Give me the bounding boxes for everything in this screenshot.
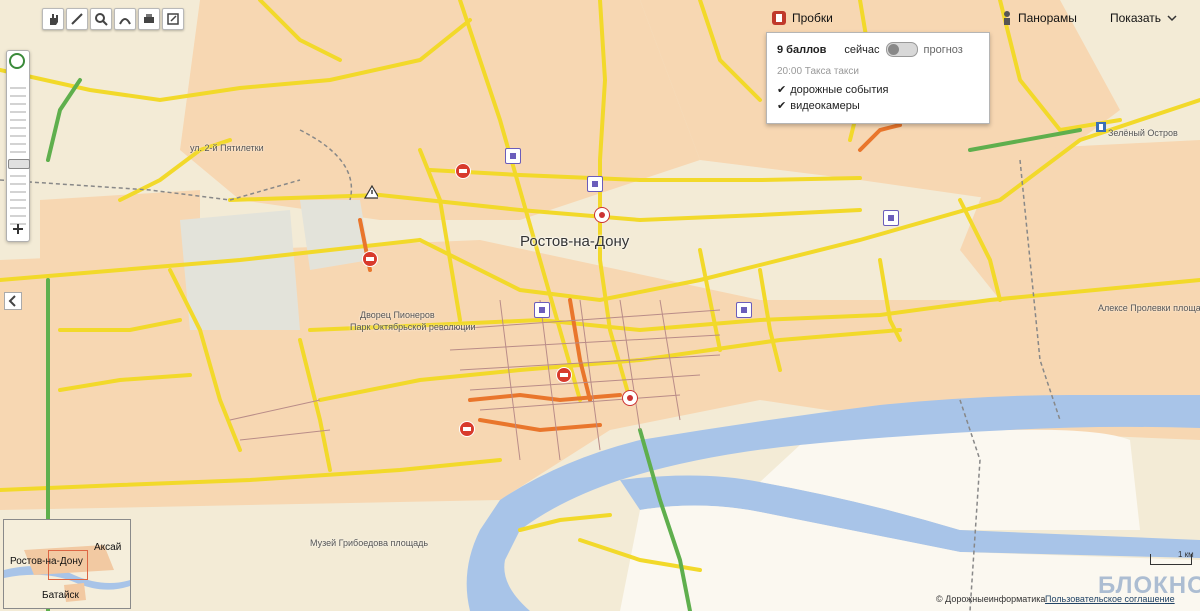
traffic-score-row: 9 баллов сейчас прогноз (777, 42, 963, 57)
traffic-time: 20:00 Такса такси (777, 66, 859, 77)
print-tool-button[interactable] (138, 8, 160, 30)
bus-icon (510, 153, 516, 159)
zoom-in-button[interactable] (7, 219, 29, 239)
place-label: Зелёный Остров (1108, 128, 1178, 138)
checkmark-icon: ✔ (777, 84, 787, 96)
checkmark-icon: ✔ (777, 100, 787, 112)
person-icon (1004, 11, 1010, 25)
camera-icon (463, 427, 471, 431)
camera-icon (560, 373, 568, 377)
traffic-button-label: Пробки (792, 11, 833, 25)
traffic-cameras-option[interactable]: ✔ видеокамеры (777, 99, 860, 113)
traffic-events-label: дорожные события (790, 83, 889, 96)
show-layers-dropdown[interactable]: Показать (1110, 8, 1177, 28)
hand-icon (50, 14, 58, 25)
zoom-control[interactable] (6, 50, 30, 242)
street-label: ул. 2-й Пятилетки (190, 143, 264, 153)
warning-triangle-icon (364, 185, 378, 199)
ruler-tool-button[interactable] (66, 8, 88, 30)
place-label: Парк Октябрьской революции (350, 322, 476, 332)
camera-marker[interactable] (556, 367, 572, 383)
bus-icon (539, 307, 545, 313)
transport-marker[interactable] (883, 210, 899, 226)
panoramas-label: Панорамы (1018, 11, 1077, 25)
compass-icon (9, 53, 25, 69)
traffic-forecast-label[interactable]: прогноз (924, 44, 963, 56)
minimap-label: Батайск (42, 590, 79, 601)
traffic-events-option[interactable]: ✔ дорожные события (777, 83, 889, 97)
arrow-left-icon (8, 295, 16, 307)
road-event-marker[interactable] (622, 390, 638, 406)
camera-marker[interactable] (459, 421, 475, 437)
magnifier-tool-button[interactable] (90, 8, 112, 30)
link-icon (167, 13, 179, 25)
print-icon (144, 14, 154, 23)
magnifier-icon (95, 13, 108, 26)
hand-tool-button[interactable] (42, 8, 64, 30)
plus-icon (13, 224, 23, 234)
minimap[interactable]: Аксай Ростов-на-Дону Батайск (3, 519, 131, 609)
bus-icon (741, 307, 747, 313)
train-icon (1096, 122, 1106, 132)
traffic-button[interactable]: Пробки (770, 8, 833, 28)
transport-marker[interactable] (587, 176, 603, 192)
pan-left-button[interactable] (4, 292, 22, 310)
road-event-marker[interactable] (594, 207, 610, 223)
chevron-down-icon (1167, 15, 1177, 22)
traffic-mode-toggle[interactable] (885, 42, 918, 57)
panoramas-button[interactable]: Панорамы (1000, 8, 1077, 28)
scale-label: 1 км (1178, 550, 1194, 559)
terms-link[interactable]: Пользовательское соглашение (1045, 594, 1175, 604)
metro-station-icon[interactable] (1095, 121, 1107, 136)
link-tool-button[interactable] (162, 8, 184, 30)
traffic-light-icon (772, 11, 786, 25)
route-tool-button[interactable] (114, 8, 136, 30)
traffic-cameras-label: видеокамеры (790, 99, 860, 112)
place-label: Дворец Пионеров (360, 310, 435, 320)
zoom-knob[interactable] (8, 159, 30, 169)
ruler-icon (71, 13, 83, 25)
accident-marker[interactable] (364, 185, 378, 199)
traffic-now-label[interactable]: сейчас (844, 44, 879, 56)
map-canvas[interactable] (0, 0, 1200, 611)
transport-marker[interactable] (505, 148, 521, 164)
traffic-score: 9 баллов (777, 43, 827, 56)
copyright-text: © Дорожныеинформатика (936, 594, 1046, 604)
zoom-track[interactable] (10, 81, 26, 229)
city-label: Ростов-на-Дону (520, 233, 630, 250)
warning-icon (627, 395, 633, 401)
traffic-panel: 9 баллов сейчас прогноз 20:00 Такса такс… (766, 32, 990, 124)
transport-marker[interactable] (534, 302, 550, 318)
place-label: Алексе Пролевки площадь (1098, 303, 1200, 313)
minimap-label: Ростов-на-Дону (10, 556, 83, 567)
compass-control[interactable] (8, 52, 26, 73)
camera-marker[interactable] (455, 163, 471, 179)
camera-marker[interactable] (362, 251, 378, 267)
camera-icon (366, 257, 374, 261)
place-label: Музей Грибоедова площадь (310, 538, 429, 548)
show-layers-label: Показать (1110, 11, 1162, 25)
bus-icon (592, 181, 598, 187)
bus-icon (888, 215, 894, 221)
warning-icon (599, 212, 605, 218)
route-icon (119, 18, 131, 25)
camera-icon (459, 169, 467, 173)
minimap-label: Аксай (94, 542, 122, 553)
transport-marker[interactable] (736, 302, 752, 318)
